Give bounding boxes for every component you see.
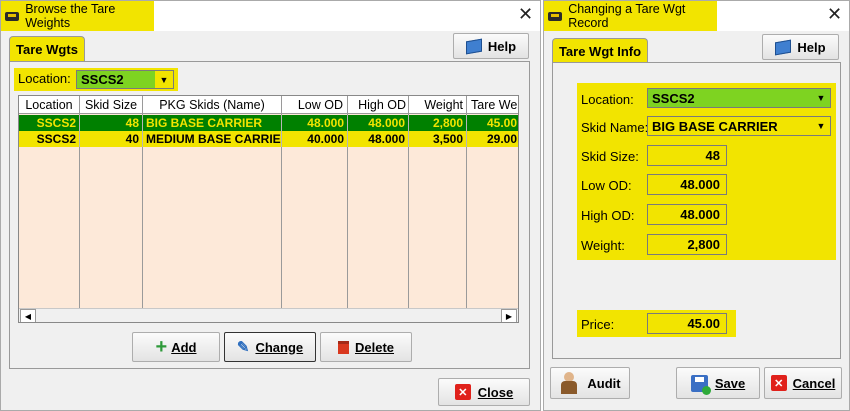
low-od-label: Low OD:: [581, 178, 632, 193]
col-header-tare-weight[interactable]: Tare We: [467, 96, 518, 114]
help-label: Help: [487, 38, 517, 54]
location-select[interactable]: SSCS2 ▼: [647, 88, 831, 108]
skid-name-value: BIG BASE CARRIER: [652, 118, 778, 134]
save-disk-icon: [690, 374, 711, 395]
col-header-location[interactable]: Location: [19, 96, 80, 114]
cell-location: SSCS2: [19, 115, 80, 131]
cancel-icon: ✕: [770, 375, 787, 391]
audit-button[interactable]: Audit: [550, 367, 630, 399]
location-select[interactable]: SSCS2 ▼: [76, 70, 174, 89]
cell-location: SSCS2: [19, 131, 80, 147]
location-value: SSCS2: [81, 72, 124, 87]
tab-tare-wgt-info[interactable]: Tare Wgt Info: [552, 38, 648, 63]
cancel-label: Cancel: [792, 375, 836, 391]
help-book-icon: [465, 38, 482, 54]
title-bar: Browse the Tare Weights ✕: [1, 1, 540, 31]
cell-low-od: 40.000: [282, 131, 348, 147]
change-button[interactable]: ✎ Change: [224, 332, 316, 362]
tare-weights-grid[interactable]: Location Skid Size PKG Skids (Name) Low …: [18, 95, 519, 323]
delete-button[interactable]: Delete: [320, 332, 412, 362]
title-bar: Changing a Tare Wgt Record ✕: [544, 1, 849, 31]
skid-name-label: Skid Name:: [581, 120, 649, 135]
close-button[interactable]: ✕ Close: [438, 378, 530, 406]
change-label: Change: [255, 339, 304, 355]
high-od-field[interactable]: 48.000: [647, 204, 727, 225]
browse-tare-weights-window: Browse the Tare Weights ✕ Tare Wgts Help…: [0, 0, 541, 411]
delete-label: Delete: [354, 339, 395, 355]
col-header-skid-size[interactable]: Skid Size: [80, 96, 143, 114]
chevron-down-icon[interactable]: ▼: [155, 71, 173, 88]
save-label: Save: [714, 375, 746, 391]
col-header-weight[interactable]: Weight: [409, 96, 467, 114]
cell-low-od: 48.000: [282, 115, 348, 131]
close-icon: ✕: [454, 384, 471, 400]
window-title-text: Changing a Tare Wgt Record: [568, 2, 686, 30]
skid-size-label: Skid Size:: [581, 149, 639, 164]
cell-tare-weight: 45.00: [486, 116, 517, 130]
cell-high-od: 48.000: [348, 115, 409, 131]
window-title-text: Browse the Tare Weights: [25, 2, 116, 30]
tare-wgt-info-panel: Location: SSCS2 ▼ Skid Name: BIG BASE CA…: [552, 62, 841, 359]
auditor-icon: [559, 372, 579, 394]
window-title: Browse the Tare Weights: [1, 1, 154, 31]
chevron-down-icon[interactable]: ▼: [812, 89, 830, 107]
location-value: SSCS2: [652, 90, 695, 106]
trash-icon: [337, 340, 349, 354]
close-window-icon[interactable]: ✕: [518, 4, 533, 26]
weight-label: Weight:: [581, 238, 625, 253]
cell-skid-size: 40: [80, 131, 143, 147]
cell-high-od: 48.000: [348, 131, 409, 147]
cell-weight: 2,800: [409, 115, 467, 131]
col-header-pkg-skids[interactable]: PKG Skids (Name): [143, 96, 282, 114]
col-header-low-od[interactable]: Low OD: [282, 96, 348, 114]
col-header-high-od[interactable]: High OD: [348, 96, 409, 114]
weight-field[interactable]: 2,800: [647, 234, 727, 255]
high-od-label: High OD:: [581, 208, 635, 223]
app-icon: [5, 9, 19, 23]
price-field[interactable]: 45.00: [647, 313, 727, 334]
help-book-icon: [775, 39, 792, 55]
changing-tare-wgt-window: Changing a Tare Wgt Record ✕ Tare Wgt In…: [543, 0, 850, 411]
add-label: Add: [171, 339, 197, 355]
plus-icon: +: [155, 336, 168, 358]
table-row[interactable]: SSCS2 48 BIG BASE CARRIER 48.000 48.000 …: [19, 115, 518, 131]
cancel-button[interactable]: ✕ Cancel: [764, 367, 842, 399]
add-button[interactable]: + Add: [132, 332, 220, 362]
cell-pkg-skids: BIG BASE CARRIER: [143, 115, 282, 131]
skid-name-select[interactable]: BIG BASE CARRIER ▼: [647, 116, 831, 136]
cell-pkg-skids: MEDIUM BASE CARRIER: [143, 131, 282, 147]
location-label: Location:: [581, 92, 634, 107]
cell-weight: 3,500: [409, 131, 467, 147]
app-icon: [548, 9, 562, 23]
pencil-icon: ✎: [236, 339, 250, 356]
help-button[interactable]: Help: [762, 34, 839, 60]
close-label: Close: [477, 384, 514, 400]
tare-wgts-panel: Location: SSCS2 ▼ Location Skid Size PKG…: [9, 61, 530, 369]
tab-label: Tare Wgts: [16, 42, 78, 57]
tab-tare-wgts[interactable]: Tare Wgts: [9, 36, 85, 62]
low-od-field[interactable]: 48.000: [647, 174, 727, 195]
scroll-left-icon[interactable]: ◀: [20, 309, 36, 322]
cell-skid-size: 48: [80, 115, 143, 131]
location-label: Location:: [18, 71, 71, 86]
help-label: Help: [797, 39, 826, 55]
chevron-down-icon[interactable]: ▼: [812, 117, 830, 135]
horizontal-scrollbar[interactable]: ◀ ▶: [19, 308, 518, 322]
cell-tare-weight: 29.00: [486, 132, 517, 146]
audit-label: Audit: [587, 375, 621, 391]
table-row[interactable]: SSCS2 40 MEDIUM BASE CARRIER 40.000 48.0…: [19, 131, 518, 147]
scroll-right-icon[interactable]: ▶: [501, 309, 517, 322]
skid-size-field[interactable]: 48: [647, 145, 727, 166]
window-title: Changing a Tare Wgt Record: [544, 1, 717, 31]
save-button[interactable]: Save: [676, 367, 760, 399]
tab-label: Tare Wgt Info: [558, 43, 642, 59]
close-window-icon[interactable]: ✕: [827, 4, 842, 26]
price-label: Price:: [581, 317, 615, 332]
help-button[interactable]: Help: [453, 33, 529, 59]
